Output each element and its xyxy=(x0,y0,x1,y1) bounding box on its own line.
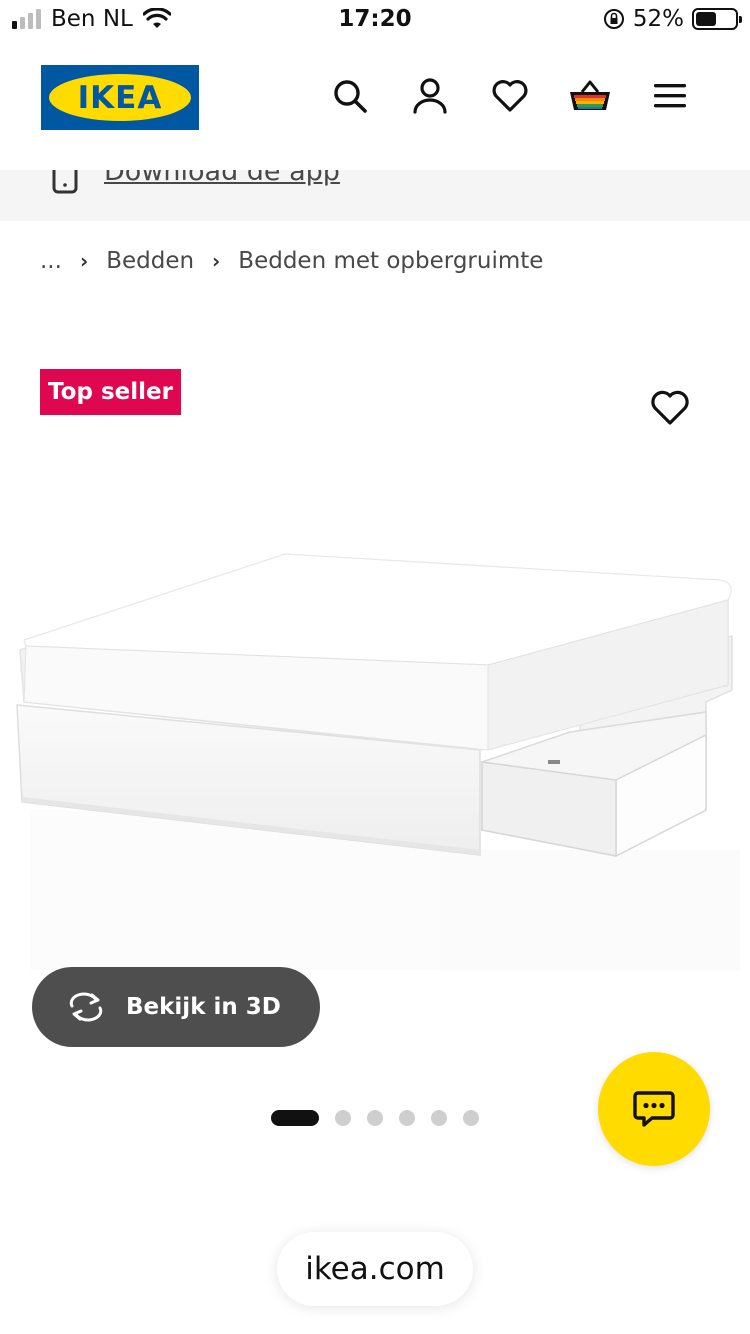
account-icon[interactable] xyxy=(408,74,452,118)
logo-text: IKEA xyxy=(77,79,163,116)
gallery-dot[interactable] xyxy=(431,1110,447,1126)
search-icon[interactable] xyxy=(328,74,372,118)
menu-icon[interactable] xyxy=(648,74,692,118)
breadcrumb-item-bedden[interactable]: Bedden xyxy=(106,248,194,274)
status-bar-right: 52% xyxy=(603,6,742,32)
battery-percent: 52% xyxy=(632,6,684,32)
breadcrumb: ... › Bedden › Bedden met opbergruimte xyxy=(40,248,543,274)
chevron-right-icon: › xyxy=(212,249,221,273)
phone-icon xyxy=(52,170,78,194)
gallery-pagination xyxy=(271,1110,479,1126)
status-bar: Ben NL 17:20 52% xyxy=(0,0,750,40)
browser-url-bar[interactable]: ikea.com xyxy=(277,1232,473,1306)
download-app-link[interactable]: Download de app xyxy=(104,170,340,187)
chat-icon xyxy=(633,1091,675,1127)
logo-oval: IKEA xyxy=(49,74,191,121)
app-download-banner: Download de app xyxy=(0,170,750,221)
heart-icon[interactable] xyxy=(488,74,532,118)
site-header: IKEA xyxy=(0,40,750,170)
battery-fill xyxy=(696,12,716,26)
url-domain: ikea.com xyxy=(305,1251,445,1287)
gallery-dot[interactable] xyxy=(271,1110,319,1126)
rotate-3d-icon xyxy=(69,992,103,1022)
gallery-dot[interactable] xyxy=(367,1110,383,1126)
breadcrumb-item-bedden-met-opbergruimte[interactable]: Bedden met opbergruimte xyxy=(238,248,543,274)
chevron-right-icon: › xyxy=(79,249,89,273)
breadcrumb-ellipsis[interactable]: ... xyxy=(40,248,62,274)
gallery-dot[interactable] xyxy=(335,1110,351,1126)
view-in-3d-button[interactable]: Bekijk in 3D xyxy=(32,967,320,1047)
gallery-dot[interactable] xyxy=(463,1110,479,1126)
product-image-bed[interactable] xyxy=(0,450,750,970)
orientation-lock-icon xyxy=(603,9,624,29)
ikea-logo[interactable]: IKEA xyxy=(41,65,199,130)
battery-icon xyxy=(692,8,742,30)
chat-button[interactable] xyxy=(598,1052,710,1166)
favourite-heart-icon[interactable] xyxy=(650,390,690,428)
view-in-3d-label: Bekijk in 3D xyxy=(126,994,281,1020)
gallery-dot[interactable] xyxy=(399,1110,415,1126)
cart-icon[interactable] xyxy=(568,74,612,118)
top-seller-badge: Top seller xyxy=(40,369,181,415)
